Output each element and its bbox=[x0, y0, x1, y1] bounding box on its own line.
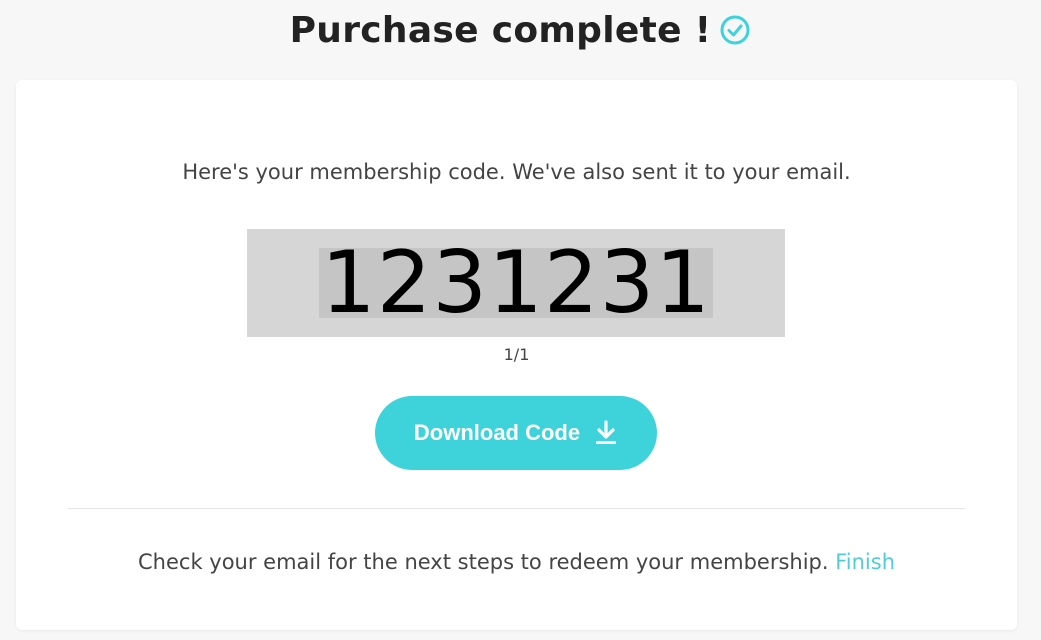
membership-code[interactable]: 1231231 bbox=[318, 240, 713, 326]
download-icon bbox=[594, 420, 618, 446]
code-page-counter: 1/1 bbox=[503, 345, 530, 364]
redeem-instructions-text: Check your email for the next steps to r… bbox=[138, 550, 836, 574]
check-circle-icon bbox=[719, 14, 751, 46]
download-code-button[interactable]: Download Code bbox=[375, 396, 657, 470]
download-code-label: Download Code bbox=[413, 420, 581, 445]
section-divider bbox=[68, 508, 965, 509]
membership-intro-text: Here's your membership code. We've also … bbox=[182, 160, 851, 184]
page-header: Purchase complete ! bbox=[0, 6, 1041, 54]
membership-code-box: 1231231 bbox=[247, 229, 785, 337]
page-title: Purchase complete ! bbox=[289, 9, 712, 51]
purchase-card: Here's your membership code. We've also … bbox=[16, 80, 1017, 630]
finish-link[interactable]: Finish bbox=[835, 550, 895, 574]
redeem-instructions: Check your email for the next steps to r… bbox=[16, 550, 1017, 574]
